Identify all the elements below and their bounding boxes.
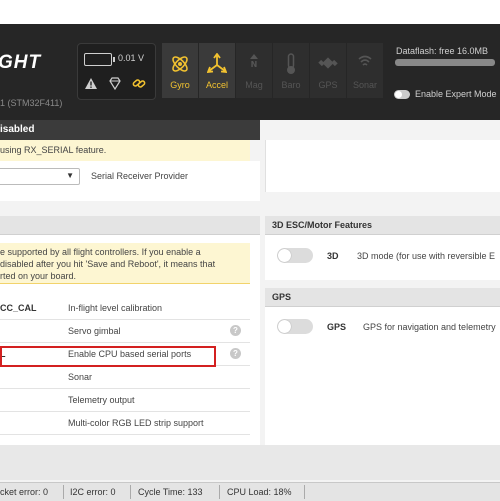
baro-icon bbox=[287, 53, 295, 74]
gps-toggle[interactable] bbox=[277, 319, 313, 334]
receiver-panel: ▼ Serial Receiver Provider bbox=[0, 161, 260, 201]
3d-feature-name: 3D bbox=[327, 251, 339, 261]
chevron-down-icon: ▼ bbox=[66, 171, 74, 180]
serial-receiver-provider-label: Serial Receiver Provider bbox=[91, 171, 189, 181]
i2c-error-status: I2C error: 0 bbox=[70, 487, 116, 497]
feature-description: Servo gimbal bbox=[68, 326, 121, 336]
gps-icon bbox=[318, 57, 338, 69]
sonar-icon bbox=[358, 55, 372, 66]
esc-section-title: 3D ESC/Motor Features bbox=[272, 220, 373, 230]
bottom-toolbar bbox=[0, 445, 500, 480]
esc-panel: 3D 3D mode (for use with reversible E bbox=[265, 235, 500, 280]
battery-voltage: 0.01 V bbox=[118, 53, 145, 63]
feature-row[interactable]: Multi-color RGB LED strip support bbox=[0, 412, 250, 435]
gps-section-header: GPS bbox=[265, 288, 500, 307]
sensor-status-group: Gyro Accel N Mag Baro GPS Sonar bbox=[162, 43, 384, 98]
feature-description: In-flight level calibration bbox=[68, 303, 163, 313]
receiver-disabled-text: isabled bbox=[0, 124, 35, 135]
sensor-mag: N Mag bbox=[236, 43, 272, 98]
cycle-time-status: Cycle Time: 133 bbox=[138, 487, 203, 497]
board-info: 1 (STM32F411) bbox=[0, 98, 63, 108]
window-top-strip bbox=[0, 0, 500, 24]
expert-mode-switch[interactable] bbox=[394, 89, 410, 99]
sensor-label: Accel bbox=[205, 80, 228, 90]
feature-description: Multi-color RGB LED strip support bbox=[68, 418, 204, 428]
receiver-disabled-bar: isabled bbox=[0, 120, 260, 140]
feature-name: CC_CAL bbox=[0, 303, 37, 313]
sensor-accel: Accel bbox=[199, 43, 235, 98]
battery-icon bbox=[84, 53, 115, 66]
sensor-label: Sonar bbox=[352, 80, 378, 90]
app-logo: GHT bbox=[0, 52, 42, 73]
feature-row[interactable]: Servo gimbal ? bbox=[0, 320, 250, 343]
sensor-gyro: Gyro bbox=[162, 43, 198, 98]
sensor-gps: GPS bbox=[310, 43, 346, 98]
features-note: e supported by all flight controllers. I… bbox=[0, 243, 250, 284]
gps-panel: GPS GPS for navigation and telemetry bbox=[265, 307, 500, 445]
sensor-baro: Baro bbox=[273, 43, 309, 98]
mag-icon: N bbox=[250, 54, 258, 69]
gps-feature-description: GPS for navigation and telemetry bbox=[363, 322, 496, 332]
3d-toggle[interactable] bbox=[277, 248, 313, 263]
sensor-label: Baro bbox=[281, 80, 301, 90]
feature-description: Sonar bbox=[68, 372, 93, 382]
features-panel: e supported by all flight controllers. I… bbox=[0, 235, 260, 450]
sensor-sonar: Sonar bbox=[347, 43, 383, 98]
serial-receiver-provider-select[interactable]: ▼ bbox=[0, 168, 80, 185]
features-note-line: e supported by all flight controllers. I… bbox=[0, 247, 201, 257]
link-icon bbox=[132, 79, 146, 88]
help-icon[interactable]: ? bbox=[230, 325, 241, 336]
status-bar: cket error: 0 I2C error: 0 Cycle Time: 1… bbox=[0, 482, 500, 501]
features-section-header bbox=[0, 216, 260, 235]
features-note-line: disabled after you hit 'Save and Reboot'… bbox=[0, 259, 216, 269]
status-separator bbox=[130, 485, 131, 499]
status-separator bbox=[304, 485, 305, 499]
features-note-line: rted on your board. bbox=[0, 271, 77, 281]
sensor-label: GPS bbox=[318, 80, 338, 90]
warning-icon bbox=[85, 78, 97, 89]
help-icon[interactable]: ? bbox=[230, 348, 241, 359]
sensor-label: Gyro bbox=[170, 80, 190, 90]
gps-feature-name: GPS bbox=[327, 322, 347, 332]
right-top-panel bbox=[265, 140, 500, 192]
highlight-box bbox=[0, 346, 216, 367]
arming-diamond-icon bbox=[109, 77, 121, 90]
dataflash-bar bbox=[395, 59, 495, 66]
packet-error-status: cket error: 0 bbox=[0, 487, 49, 497]
accel-icon bbox=[207, 53, 227, 74]
feature-row[interactable]: Telemetry output bbox=[0, 389, 250, 412]
status-separator bbox=[63, 485, 64, 499]
expert-mode-toggle[interactable]: Enable Expert Mode bbox=[394, 89, 497, 99]
status-separator bbox=[219, 485, 220, 499]
dataflash-label: Dataflash: free 16.0MB bbox=[396, 46, 489, 56]
sensor-label: Mag bbox=[245, 80, 263, 90]
cpu-load-status: CPU Load: 18% bbox=[227, 487, 292, 497]
feature-row[interactable]: CC_CAL In-flight level calibration bbox=[0, 297, 250, 320]
feature-description: Telemetry output bbox=[68, 395, 135, 405]
receiver-note-text: using RX_SERIAL feature. bbox=[0, 145, 107, 155]
feature-row[interactable]: Sonar bbox=[0, 366, 250, 389]
gyro-icon bbox=[172, 56, 188, 72]
expert-mode-label: Enable Expert Mode bbox=[415, 89, 497, 99]
3d-feature-description: 3D mode (for use with reversible E bbox=[357, 251, 496, 261]
gps-section-title: GPS bbox=[272, 292, 292, 302]
battery-panel: 0.01 V bbox=[77, 43, 156, 100]
svg-text:N: N bbox=[251, 60, 258, 69]
receiver-note: using RX_SERIAL feature. bbox=[0, 140, 250, 162]
esc-section-header: 3D ESC/Motor Features bbox=[265, 216, 500, 235]
